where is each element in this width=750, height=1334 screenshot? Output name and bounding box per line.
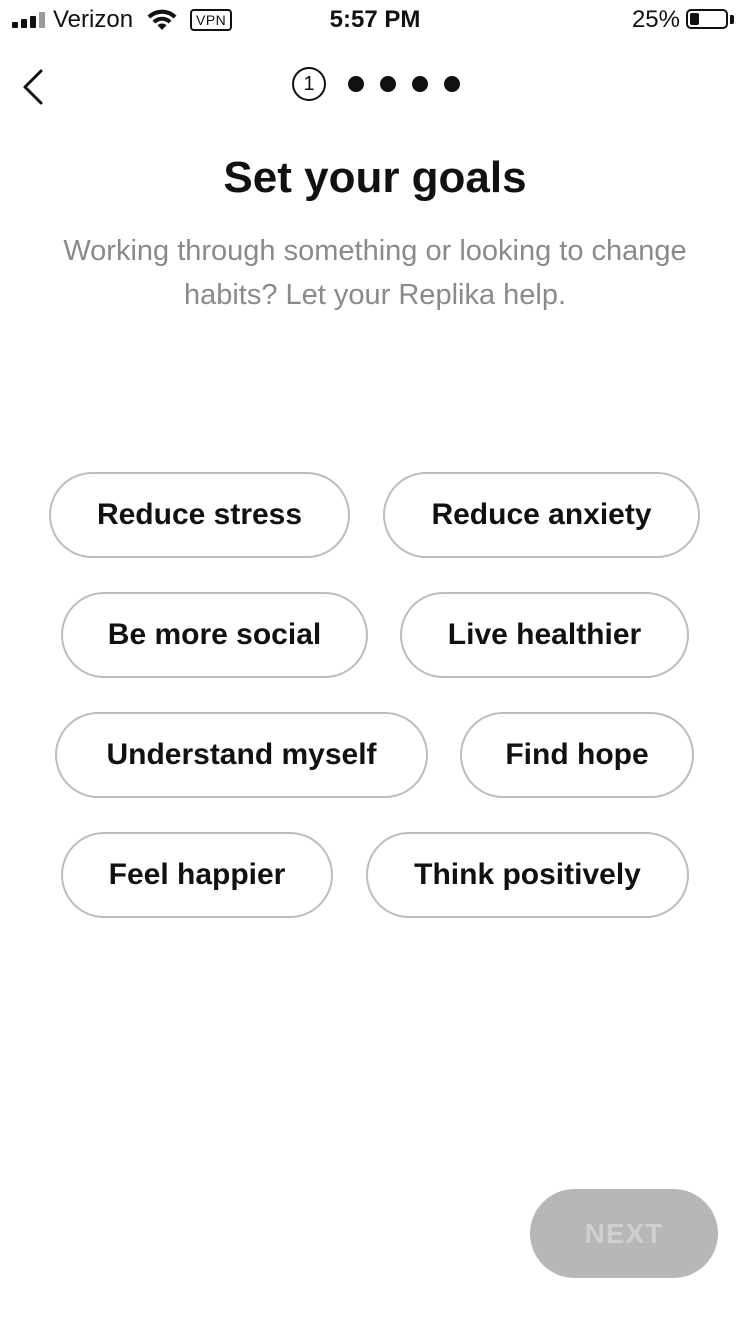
goal-chip-live-healthier[interactable]: Live healthier: [400, 592, 689, 678]
next-button[interactable]: NEXT: [530, 1189, 718, 1278]
goal-chip-reduce-anxiety[interactable]: Reduce anxiety: [383, 472, 700, 558]
goal-chip-find-hope[interactable]: Find hope: [460, 712, 694, 798]
back-button[interactable]: [14, 62, 58, 112]
step-current: 1: [292, 67, 326, 101]
goal-chip-be-more-social[interactable]: Be more social: [61, 592, 368, 678]
goal-chip-reduce-stress[interactable]: Reduce stress: [49, 472, 350, 558]
battery-icon: [686, 9, 728, 29]
status-bar: Verizon VPN 5:57 PM 25%: [0, 0, 750, 40]
step-dot: [412, 76, 428, 92]
step-dot: [380, 76, 396, 92]
goal-chip-think-positively[interactable]: Think positively: [366, 832, 689, 918]
progress-stepper: 1: [292, 65, 460, 103]
chevron-left-icon: [23, 69, 43, 105]
step-dot: [348, 76, 364, 92]
battery-cap: [730, 15, 734, 24]
step-dot: [444, 76, 460, 92]
page-title: Set your goals: [223, 153, 527, 202]
battery-percentage: 25%: [631, 6, 680, 33]
goal-chip-feel-happier[interactable]: Feel happier: [61, 832, 333, 918]
goal-chip-understand-myself[interactable]: Understand myself: [55, 712, 428, 798]
page-subtitle: Working through something or looking to …: [63, 235, 687, 311]
